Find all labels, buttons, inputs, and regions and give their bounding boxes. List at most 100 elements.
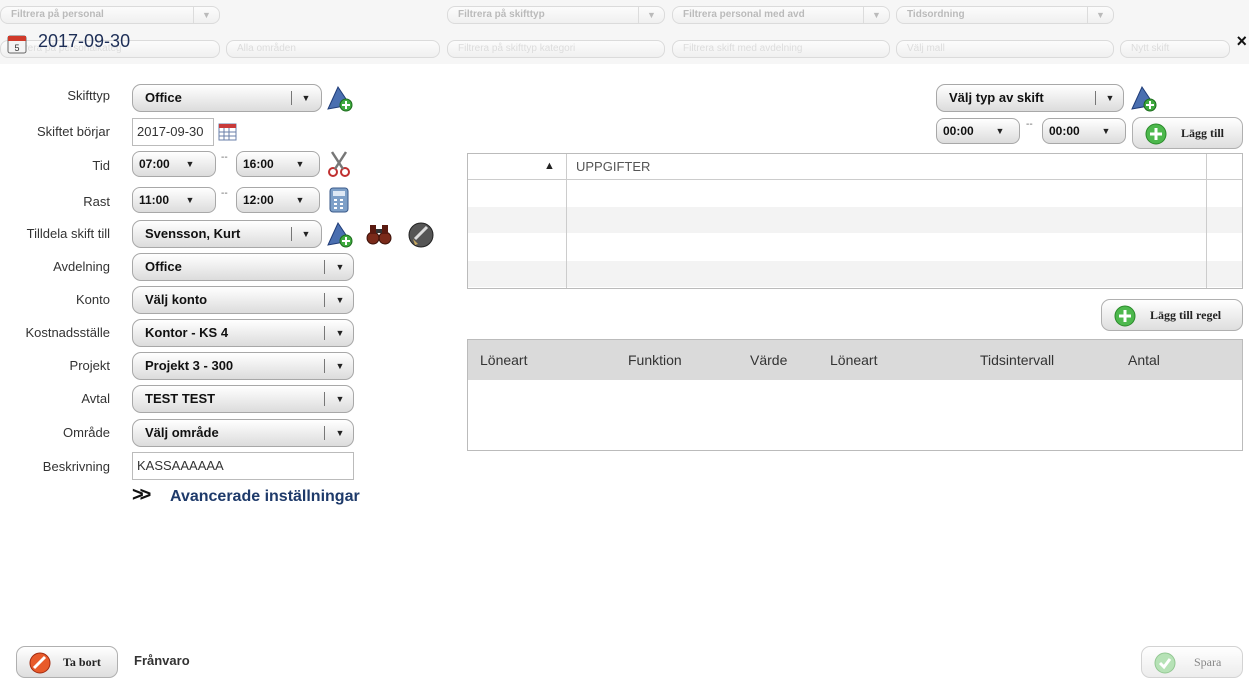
bg-filter-personal: Filtrera på personal ▼ [0,6,220,24]
bg-filter-skifttyp: Filtrera på skifttyp ▼ [447,6,665,24]
add-time-button[interactable]: Lägg till [1132,117,1243,149]
kostnadsstalle-select[interactable]: Kontor - KS 4 ▼ [132,319,354,347]
chevron-down-icon: ▼ [185,159,195,169]
tid-from-select[interactable]: 07:00 ▼ [132,151,216,177]
table-row [468,234,1242,261]
chevron-down-icon: ▼ [301,229,311,239]
column-header-antal[interactable]: Antal [1128,352,1160,368]
avtal-select[interactable]: TEST TEST ▼ [132,385,354,413]
tid-separator: -- [221,152,228,163]
broom-icon[interactable] [406,219,436,249]
absence-label[interactable]: Frånvaro [134,653,190,668]
right-time-to-value: 00:00 [1049,124,1080,138]
right-time-to-select[interactable]: 00:00 ▼ [1042,118,1126,144]
select-divider [291,91,292,105]
tasks-table: ▲ UPPGIFTER [467,153,1243,289]
dialog-header: 5 2017-09-30 × [0,28,1249,64]
konto-value: Välj konto [145,292,208,307]
skift-typ-value: Välj typ av skift [949,90,1044,105]
konto-select[interactable]: Välj konto ▼ [132,286,354,314]
chevron-down-icon: ▼ [1105,93,1115,103]
sort-asc-icon[interactable]: ▲ [544,160,555,172]
delete-button[interactable]: Ta bort [16,646,118,678]
table-row [468,207,1242,234]
check-circle-icon [1154,652,1176,674]
rast-from-value: 11:00 [139,193,170,207]
skift-typ-select[interactable]: Välj typ av skift ▼ [936,84,1124,112]
chevron-down-icon: ▼ [301,93,311,103]
tid-to-value: 16:00 [243,157,274,171]
add-rule-button-label: Lägg till regel [1150,308,1222,322]
bg-filter-label: Tidsordning [907,9,965,20]
column-header-funktion[interactable]: Funktion [628,352,682,368]
chevron-down-icon: ▼ [1101,126,1111,136]
chevron-down-icon: ▼ [638,7,664,23]
rules-table: Löneart Funktion Värde Löneart Tidsinter… [467,339,1243,451]
beskrivning-label: Beskrivning [42,459,110,474]
add-skift-typ-icon[interactable] [1128,83,1158,113]
select-divider [324,326,325,340]
add-skifttyp-icon[interactable] [324,83,354,113]
tid-label: Tid [92,158,110,173]
chevron-down-icon: ▼ [335,394,345,404]
chevron-down-icon: ▼ [295,195,305,205]
column-divider [566,154,567,288]
advanced-settings-link[interactable]: Avancerade inställningar [170,488,360,506]
close-icon[interactable]: × [1236,31,1247,52]
save-button[interactable]: Spara [1141,646,1243,678]
binoculars-icon[interactable] [364,219,394,249]
chevron-down-icon: ▼ [995,126,1005,136]
projekt-label: Projekt [69,358,110,373]
chevron-down-icon: ▼ [335,361,345,371]
chevron-down-icon: ▼ [335,328,345,338]
kostnadsstalle-label: Kostnadsställe [25,325,110,340]
omrade-select[interactable]: Välj område ▼ [132,419,354,447]
tilldela-value: Svensson, Kurt [145,226,241,241]
tasks-column-header[interactable]: UPPGIFTER [576,159,650,174]
konto-label: Konto [76,292,110,307]
chevron-down-icon: ▼ [185,195,195,205]
column-header-tidsintervall[interactable]: Tidsintervall [980,352,1054,368]
avdelning-label: Avdelning [53,259,110,274]
right-time-separator: -- [1026,119,1033,130]
add-rule-button[interactable]: Lägg till regel [1101,299,1243,331]
column-header-varde[interactable]: Värde [750,352,787,368]
beskrivning-input[interactable]: KASSAAAAAA [132,452,354,480]
tilldela-select[interactable]: Svensson, Kurt ▼ [132,220,322,248]
calendar-icon[interactable] [218,122,238,142]
bg-filter-label: Filtrera på personal [11,9,104,20]
delete-button-label: Ta bort [63,655,101,669]
right-time-from-select[interactable]: 00:00 ▼ [936,118,1020,144]
projekt-select[interactable]: Projekt 3 - 300 ▼ [132,352,354,380]
chevron-down-icon: ▼ [1087,7,1113,23]
column-header-loneart[interactable]: Löneart [480,352,527,368]
svg-text:5: 5 [14,43,19,53]
bg-filter-label: Filtrera personal med avd [683,9,805,20]
avdelning-select[interactable]: Office ▼ [132,253,354,281]
rast-to-value: 12:00 [243,193,274,207]
skiftet-borjar-input[interactable]: 2017-09-30 [132,118,214,146]
rast-to-select[interactable]: 12:00 ▼ [236,187,320,213]
rast-label: Rast [83,194,110,209]
kostnadsstalle-value: Kontor - KS 4 [145,325,229,340]
dialog-title: 2017-09-30 [38,31,131,51]
add-person-icon[interactable] [324,219,354,249]
skifttyp-select[interactable]: Office ▼ [132,84,322,112]
chevron-down-icon: ▼ [295,159,305,169]
tid-to-select[interactable]: 16:00 ▼ [236,151,320,177]
calculator-icon[interactable] [324,185,354,215]
rast-separator: -- [221,188,228,199]
column-divider [1206,154,1207,288]
column-header-loneart-2[interactable]: Löneart [830,352,877,368]
rules-table-header: Löneart Funktion Värde Löneart Tidsinter… [468,340,1242,380]
skifttyp-value: Office [145,90,182,105]
omrade-value: Välj område [145,425,219,440]
skiftet-borjar-label: Skiftet börjar [37,124,110,139]
chevron-down-icon: ▼ [335,428,345,438]
scissors-icon[interactable] [324,149,354,179]
rast-from-select[interactable]: 11:00 ▼ [132,187,216,213]
table-row [468,261,1242,288]
chevron-down-icon: ▼ [863,7,889,23]
double-chevron-right-icon[interactable]: >> [132,484,151,507]
skifttyp-label: Skifttyp [67,88,110,103]
